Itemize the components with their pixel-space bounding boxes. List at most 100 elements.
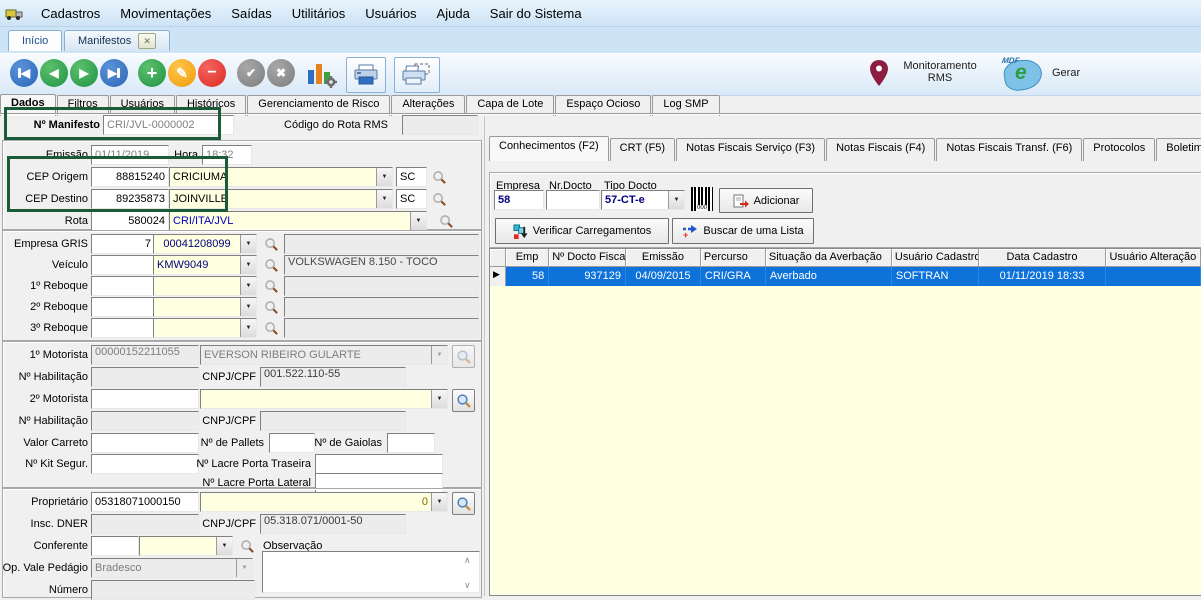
cep-destino-uf-field[interactable] <box>396 189 427 209</box>
print-button[interactable] <box>346 57 386 93</box>
grid-header-usuario-cadastro[interactable]: Usuário Cadastro <box>892 249 979 267</box>
conferente-combo[interactable]: ▼ <box>139 536 233 556</box>
rota-combo[interactable]: CRI/ITA/JVL ▼ <box>169 211 427 231</box>
veiculo-search-icon[interactable] <box>262 256 280 274</box>
tab-manifestos[interactable]: Manifestos ✕ <box>64 30 170 51</box>
reboque2-dropdown-icon[interactable]: ▼ <box>240 298 256 316</box>
observacao-scroll-up-icon[interactable]: ∧ <box>464 556 471 565</box>
grid-header-percurso[interactable]: Percurso <box>701 249 766 267</box>
valor-carreto-input[interactable] <box>91 433 199 453</box>
reboque3-dropdown-icon[interactable]: ▼ <box>240 319 256 337</box>
cep-destino-dropdown-icon[interactable]: ▼ <box>376 190 392 208</box>
cep-destino-search-icon[interactable] <box>430 190 448 208</box>
menu-utilitarios[interactable]: Utilitários <box>282 2 355 25</box>
add-record-button[interactable]: + <box>138 59 166 87</box>
reboque1-combo[interactable]: ▼ <box>153 276 257 296</box>
reboque3-input[interactable] <box>91 318 155 338</box>
reboque3-search-icon[interactable] <box>262 319 280 337</box>
grid-header-docto-fiscal[interactable]: Nº Docto Fiscal <box>549 249 626 267</box>
previous-record-button[interactable]: ◀ <box>40 59 68 87</box>
confirm-button[interactable]: ✔ <box>237 59 265 87</box>
kit-segur-input[interactable] <box>91 454 199 474</box>
tab-boletim-de-ocorrencia[interactable]: Boletim de Ocorrênc <box>1156 138 1201 161</box>
tab-notas-fiscais-transf-f6[interactable]: Notas Fiscais Transf. (F6) <box>936 138 1082 161</box>
grid-header-emissao[interactable]: Emissão <box>626 249 701 267</box>
close-tab-icon[interactable]: ✕ <box>138 33 156 49</box>
documents-grid[interactable]: Emp Nº Docto Fiscal Emissão Percurso Sit… <box>489 248 1201 596</box>
empresa-gris-search-icon[interactable] <box>262 235 280 253</box>
last-record-button[interactable]: ▶ <box>100 59 128 87</box>
reboque2-search-icon[interactable] <box>262 298 280 316</box>
tab-crt-f5[interactable]: CRT (F5) <box>610 138 675 161</box>
rota-dropdown-icon[interactable]: ▼ <box>410 212 426 230</box>
cell-docto-fiscal: 937129 <box>549 267 626 286</box>
nrdocto-input[interactable] <box>546 190 600 210</box>
grid-row-selected[interactable]: ▶ 58 937129 04/09/2015 CRI/GRA Averbado … <box>490 267 1201 286</box>
menu-ajuda[interactable]: Ajuda <box>427 2 480 25</box>
proprietario-combo[interactable]: 0 ▼ <box>200 492 448 512</box>
gerar-mdfe-button[interactable]: Gerar <box>1052 67 1080 79</box>
reboque2-combo[interactable]: ▼ <box>153 297 257 317</box>
menu-usuarios[interactable]: Usuários <box>355 2 426 25</box>
veiculo-combo[interactable]: KMW9049 ▼ <box>153 255 257 275</box>
tab-conhecimentos-f2[interactable]: Conhecimentos (F2) <box>489 136 609 161</box>
tab-protocolos[interactable]: Protocolos <box>1083 138 1155 161</box>
monitoramento-rms-button[interactable]: Monitoramento RMS <box>893 60 987 84</box>
conferente-input[interactable] <box>91 536 139 556</box>
buscar-de-uma-lista-button[interactable]: + Buscar de uma Lista <box>672 218 814 244</box>
menu-movimentacoes[interactable]: Movimentações <box>110 2 221 25</box>
barcode-icon[interactable]: 000 <box>691 187 713 211</box>
print-preview-button[interactable] <box>394 57 440 93</box>
motorista2-combo[interactable]: ▼ <box>200 389 448 409</box>
rota-search-icon[interactable] <box>437 212 455 230</box>
verificar-carregamentos-button[interactable]: Verificar Carregamentos <box>495 218 669 244</box>
grid-header-usuario-alteracao[interactable]: Usuário Alteração <box>1106 249 1201 267</box>
motorista2-input[interactable] <box>91 389 199 409</box>
menu-sair-do-sistema[interactable]: Sair do Sistema <box>480 2 592 25</box>
first-record-button[interactable]: ◀ <box>10 59 38 87</box>
reboque1-dropdown-icon[interactable]: ▼ <box>240 277 256 295</box>
delete-record-button[interactable]: − <box>198 59 226 87</box>
menu-saidas[interactable]: Saídas <box>221 2 281 25</box>
chart-settings-icon[interactable] <box>306 60 338 88</box>
conferente-search-icon[interactable] <box>238 537 256 555</box>
reboque3-combo[interactable]: ▼ <box>153 318 257 338</box>
tipodocto-combo[interactable]: 57-CT-e ▼ <box>601 190 685 210</box>
reboque1-search-icon[interactable] <box>262 277 280 295</box>
empresa-gris-input[interactable] <box>91 234 155 254</box>
motorista2-dropdown-icon[interactable]: ▼ <box>431 390 447 408</box>
menu-cadastros[interactable]: Cadastros <box>31 2 110 25</box>
next-record-button[interactable]: ▶ <box>70 59 98 87</box>
grid-header-situacao[interactable]: Situação da Averbação <box>766 249 892 267</box>
cep-origem-dropdown-icon[interactable]: ▼ <box>376 168 392 186</box>
veiculo-dropdown-icon[interactable]: ▼ <box>240 256 256 274</box>
cep-origem-uf-field[interactable] <box>396 167 427 187</box>
veiculo-input[interactable] <box>91 255 155 275</box>
tab-notas-fiscais-f4[interactable]: Notas Fiscais (F4) <box>826 138 935 161</box>
grid-header-emp[interactable]: Emp <box>506 249 549 267</box>
reboque1-input[interactable] <box>91 276 155 296</box>
adicionar-button[interactable]: Adicionar <box>719 188 813 213</box>
cep-origem-search-icon[interactable] <box>430 168 448 186</box>
conferente-dropdown-icon[interactable]: ▼ <box>216 537 232 555</box>
empresa-gris-combo[interactable]: 00041208099 ▼ <box>153 234 257 254</box>
reboque2-input[interactable] <box>91 297 155 317</box>
gaiolas-input[interactable] <box>387 433 435 453</box>
grid-header-data-cadastro[interactable]: Data Cadastro <box>979 249 1107 267</box>
edit-record-button[interactable]: ✎ <box>168 59 196 87</box>
proprietario-dropdown-icon[interactable]: ▼ <box>431 493 447 511</box>
empresa-doc-input[interactable] <box>494 190 544 210</box>
tipodocto-dropdown-icon[interactable]: ▼ <box>668 191 684 209</box>
empresa-gris-dropdown-icon[interactable]: ▼ <box>240 235 256 253</box>
cancel-button[interactable]: ✖ <box>267 59 295 87</box>
pallets-input[interactable] <box>269 433 315 453</box>
tab-inicio[interactable]: Início <box>8 30 62 51</box>
lacre-traseira-input[interactable] <box>315 454 443 474</box>
observacao-textarea[interactable] <box>262 551 480 593</box>
tab-notas-fiscais-servico-f3[interactable]: Notas Fiscais Serviço (F3) <box>676 138 825 161</box>
motorista2-search-button[interactable] <box>452 389 475 412</box>
proprietario-search-button[interactable] <box>452 492 475 515</box>
proprietario-input[interactable] <box>91 492 199 512</box>
rota-input[interactable] <box>91 211 169 231</box>
observacao-scroll-down-icon[interactable]: ∨ <box>464 581 471 590</box>
